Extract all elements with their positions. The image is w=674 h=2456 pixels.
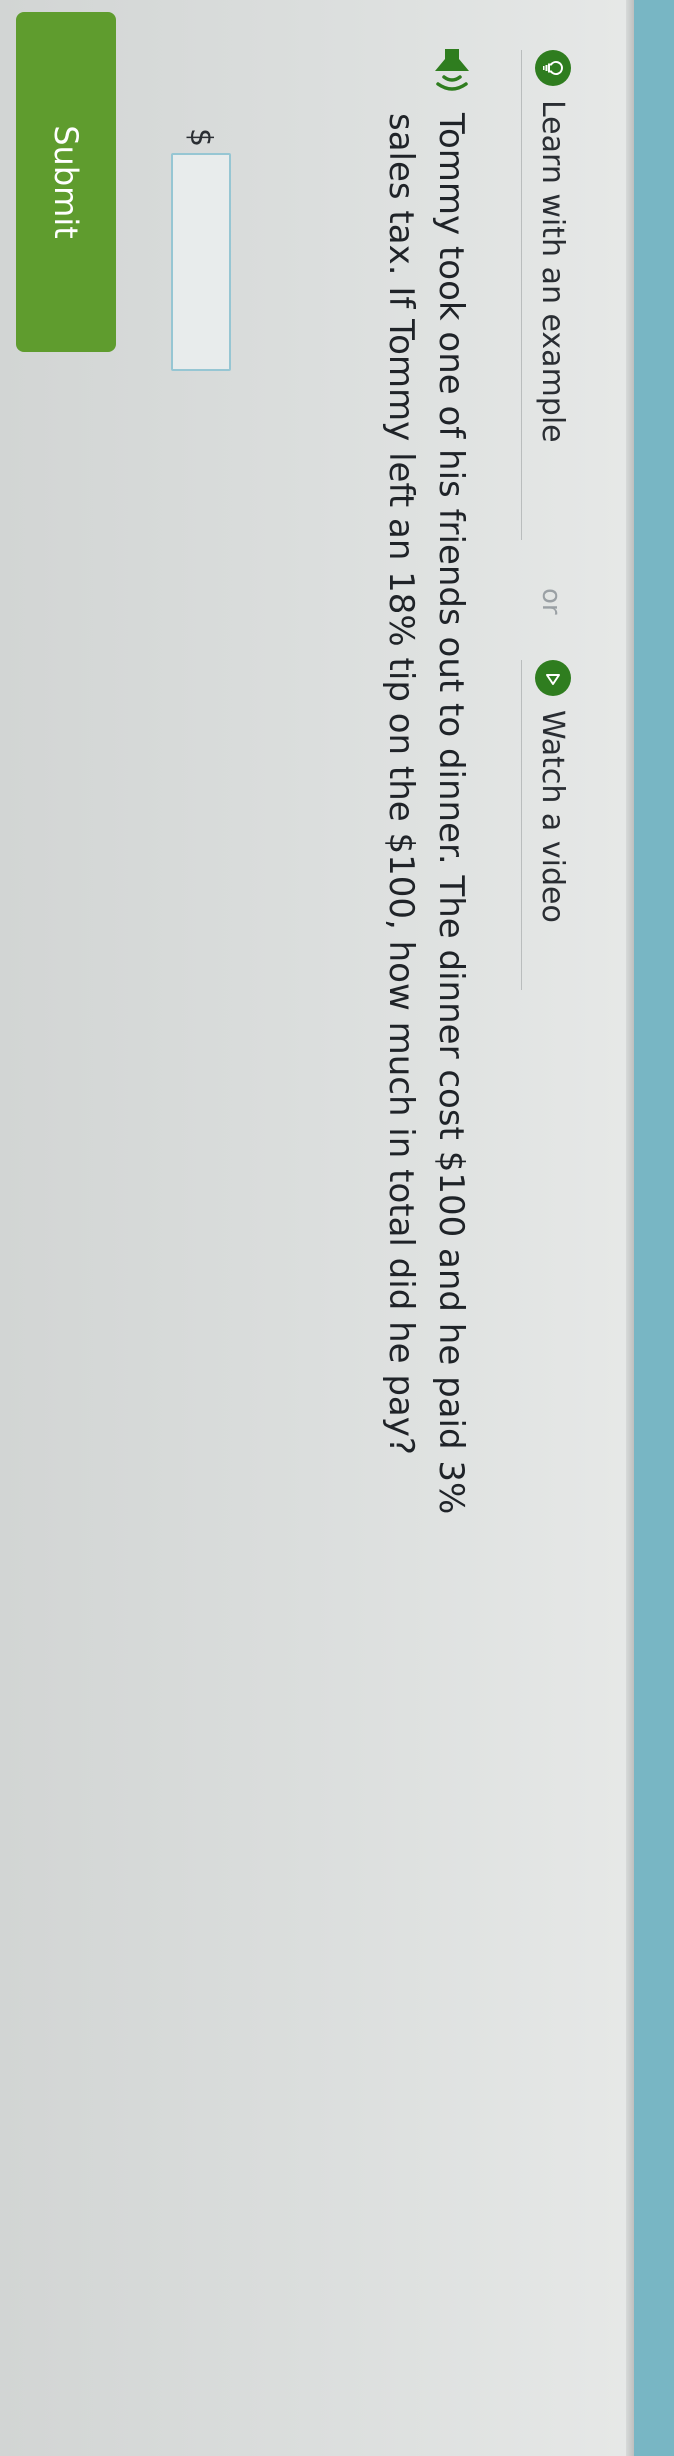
question-block: Tommy took one of his friends out to din… xyxy=(376,45,476,2405)
speaker-icon[interactable] xyxy=(430,45,474,99)
watch-video-label: Watch a video xyxy=(535,710,571,923)
answer-input[interactable] xyxy=(171,153,231,372)
question-text: Tommy took one of his friends out to din… xyxy=(381,113,471,1515)
answer-row: $ xyxy=(171,128,231,372)
top-bar-shadow xyxy=(626,0,634,2456)
currency-symbol: $ xyxy=(183,128,219,148)
learn-link-underline xyxy=(521,50,522,540)
top-bar xyxy=(634,0,674,2456)
lightbulb-icon xyxy=(535,50,571,86)
video-link-underline xyxy=(521,660,522,990)
or-separator: or xyxy=(536,588,566,615)
learn-with-example-link[interactable]: Learn with an example xyxy=(535,50,571,443)
learn-with-example-label: Learn with an example xyxy=(535,100,571,443)
question-panel: Learn with an example or Watch a video T… xyxy=(0,0,626,2456)
submit-button[interactable]: Submit xyxy=(16,12,116,352)
watch-video-link[interactable]: Watch a video xyxy=(535,660,571,923)
play-icon xyxy=(535,660,571,696)
